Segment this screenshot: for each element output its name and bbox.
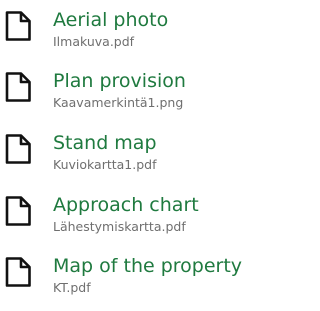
file-title[interactable]: Aerial photo <box>53 8 168 32</box>
file-name: Kuviokartta1.pdf <box>53 157 157 172</box>
file-name: Kaavamerkintä1.png <box>53 95 184 110</box>
file-item-map-of-property[interactable]: Map of the property KT.pdf <box>0 254 284 306</box>
file-title[interactable]: Plan provision <box>53 69 186 93</box>
file-name: Ilmakuva.pdf <box>53 34 135 49</box>
file-icon <box>4 256 32 288</box>
file-icon <box>4 10 32 42</box>
file-icon <box>4 195 32 227</box>
file-name: KT.pdf <box>53 280 91 295</box>
file-item-stand-map[interactable]: Stand map Kuviokartta1.pdf <box>0 131 284 183</box>
attachment-list: Aerial photo Ilmakuva.pdf Plan provision… <box>0 0 284 311</box>
file-icon <box>4 71 32 103</box>
file-item-aerial-photo[interactable]: Aerial photo Ilmakuva.pdf <box>0 8 284 60</box>
file-name: Lähestymiskartta.pdf <box>53 219 186 234</box>
file-icon <box>4 133 32 165</box>
file-title[interactable]: Map of the property <box>53 254 242 278</box>
file-title[interactable]: Stand map <box>53 131 157 155</box>
file-item-plan-provision[interactable]: Plan provision Kaavamerkintä1.png <box>0 69 284 121</box>
file-title[interactable]: Approach chart <box>53 193 199 217</box>
file-item-approach-chart[interactable]: Approach chart Lähestymiskartta.pdf <box>0 193 284 245</box>
